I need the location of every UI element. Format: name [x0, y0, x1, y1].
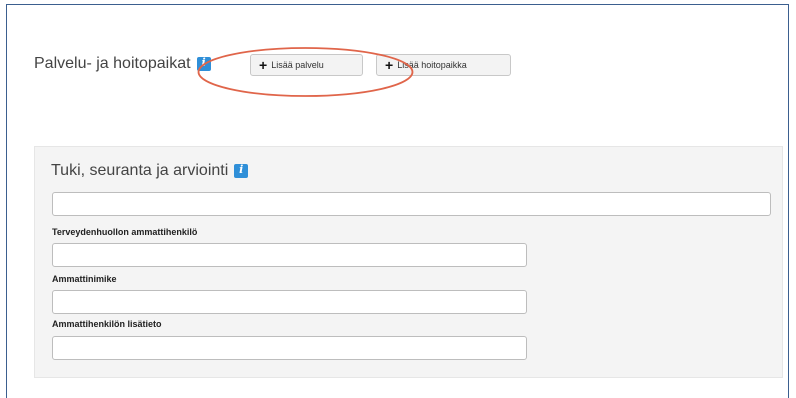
support-panel-title: Tuki, seuranta ja arviointi: [51, 162, 229, 179]
job-title-label: Ammattinimike: [52, 274, 117, 284]
support-panel-header: Tuki, seuranta ja arviointi: [51, 162, 249, 180]
professional-additional-info-input[interactable]: [52, 336, 527, 360]
health-professional-label: Terveydenhuollon ammattihenkilö: [52, 227, 198, 237]
services-section-header: Palvelu- ja hoitopaikat: [34, 52, 211, 76]
professional-additional-info-label: Ammattihenkilön lisätieto: [52, 319, 162, 329]
info-icon[interactable]: [234, 163, 249, 178]
support-panel: Tuki, seuranta ja arviointi Terveydenhuo…: [34, 146, 783, 378]
highlight-ellipse: [197, 47, 414, 97]
services-section-title: Palvelu- ja hoitopaikat: [34, 55, 191, 72]
support-main-input[interactable]: [52, 192, 771, 216]
job-title-input[interactable]: [52, 290, 527, 314]
health-professional-input[interactable]: [52, 243, 527, 267]
